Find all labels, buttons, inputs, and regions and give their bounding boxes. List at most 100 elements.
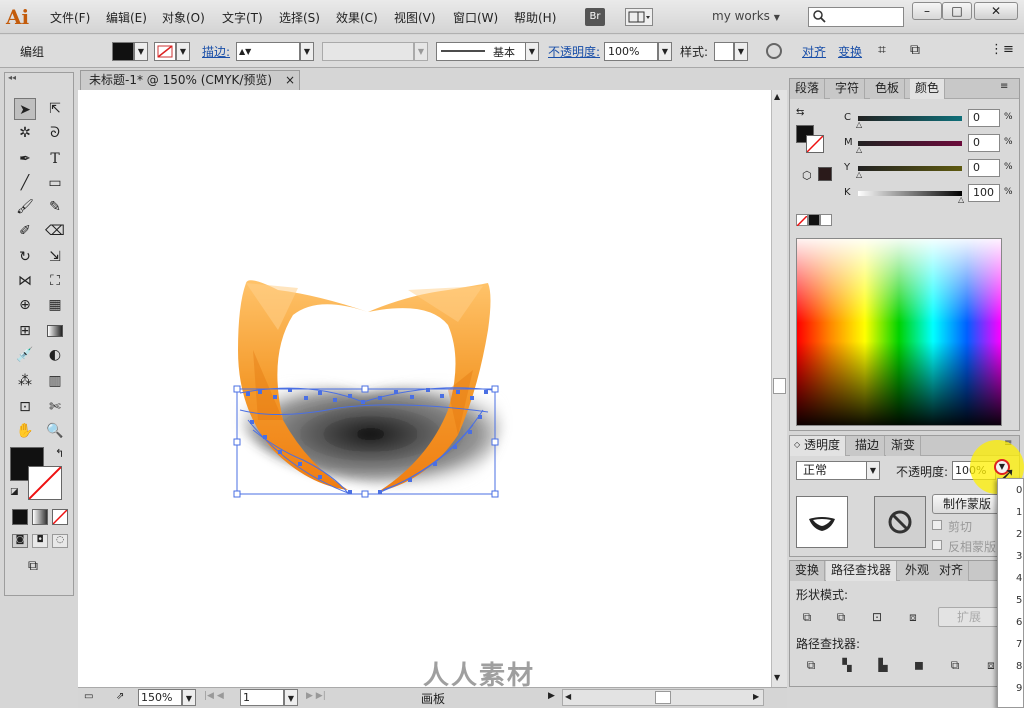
trim-button[interactable]: ▚: [836, 655, 858, 675]
slider-handle-icon[interactable]: △: [958, 195, 964, 204]
slice-tool[interactable]: ✄: [44, 396, 66, 418]
pen-tool[interactable]: ✒: [14, 148, 36, 170]
free-transform-tool[interactable]: ⛶: [44, 270, 66, 292]
draw-behind-button[interactable]: ◘: [32, 534, 48, 548]
popup-item-3[interactable]: 3: [1016, 551, 1022, 562]
close-tab-icon[interactable]: ×: [285, 71, 295, 90]
stroke-weight-field[interactable]: ▲▼: [236, 42, 300, 61]
variable-width-dropdown[interactable]: ▼: [414, 42, 428, 61]
screen-mode-icon[interactable]: ⧉: [28, 558, 38, 574]
scroll-up-icon[interactable]: ▲: [774, 92, 780, 101]
expand-icon[interactable]: ◇: [794, 440, 800, 449]
tab-appearance[interactable]: 外观: [900, 561, 936, 581]
channel-y-slider[interactable]: [858, 166, 962, 171]
align-link[interactable]: 对齐: [802, 43, 826, 60]
popup-item-4[interactable]: 4: [1016, 573, 1022, 584]
fill-swatch[interactable]: [112, 42, 134, 61]
minus-front-button[interactable]: ⧉: [830, 607, 852, 627]
white-swatch[interactable]: [820, 214, 832, 226]
tab-pathfinder[interactable]: 路径查找器: [826, 561, 898, 581]
variable-width-field[interactable]: [322, 42, 414, 61]
search-input[interactable]: [808, 7, 904, 27]
tab-swatches[interactable]: 色板: [870, 79, 906, 99]
paintbrush-tool[interactable]: 🖌: [14, 196, 36, 218]
eraser-tool[interactable]: ⌫: [44, 220, 66, 242]
workspace-switcher[interactable]: my works ▼: [712, 9, 780, 23]
maximize-button[interactable]: □: [942, 2, 972, 20]
perspective-grid-tool[interactable]: ▦: [44, 294, 66, 316]
arrange-icon[interactable]: ⧉: [910, 42, 920, 58]
popup-item-6[interactable]: 6: [1016, 617, 1022, 628]
stroke-color-chip[interactable]: [806, 135, 824, 153]
divide-button[interactable]: ⧉: [800, 655, 822, 675]
scroll-left-icon[interactable]: ◀: [565, 692, 571, 701]
bridge-button[interactable]: Br: [585, 8, 605, 26]
vertical-scrollbar[interactable]: ▲ ▼: [771, 90, 787, 687]
pencil-tool[interactable]: ✎: [44, 196, 66, 218]
outline-button[interactable]: ⧉: [944, 655, 966, 675]
invert-mask-checkbox[interactable]: [932, 540, 942, 550]
channel-c-slider[interactable]: [858, 116, 962, 121]
artboard-number-field[interactable]: 1: [240, 689, 284, 706]
none-swatch[interactable]: [796, 214, 808, 227]
tab-align[interactable]: 对齐: [934, 561, 970, 581]
popup-item-1[interactable]: 1: [1016, 507, 1022, 518]
slider-handle-icon[interactable]: △: [856, 170, 862, 179]
unite-button[interactable]: ⧉: [796, 607, 818, 627]
symbol-sprayer-tool[interactable]: ⁂: [14, 370, 36, 392]
panel-menu-icon[interactable]: ≡: [1000, 81, 1008, 92]
menu-select[interactable]: 选择(S): [279, 9, 320, 26]
channel-c-value[interactable]: 0: [968, 109, 1000, 127]
stroke-color-box[interactable]: [28, 466, 62, 500]
stroke-weight-dropdown[interactable]: ▼: [300, 42, 314, 61]
opacity-link[interactable]: 不透明度:: [548, 43, 600, 60]
artboard-canvas[interactable]: 人人素材: [78, 90, 771, 691]
intersect-button[interactable]: ⊡: [866, 607, 888, 627]
h-scroll-thumb[interactable]: [655, 691, 671, 704]
zoom-tool[interactable]: 🔍: [44, 420, 66, 442]
first-artboard-icon[interactable]: |◀ ◀: [204, 691, 224, 701]
make-mask-button[interactable]: 制作蒙版: [932, 494, 1002, 514]
color-mode-button[interactable]: [12, 509, 28, 525]
popup-item-7[interactable]: 7: [1016, 639, 1022, 650]
opacity-popup-menu[interactable]: 0 1 2 3 4 5 6 7 8 9: [997, 478, 1024, 708]
color-spectrum[interactable]: [796, 238, 1002, 426]
minimize-button[interactable]: –: [912, 2, 942, 20]
expand-button[interactable]: 扩展: [938, 607, 1000, 627]
draw-inside-button[interactable]: ◌: [52, 534, 68, 548]
artboard-dropdown[interactable]: ▼: [284, 689, 298, 706]
swap-colors-icon[interactable]: ↰: [55, 447, 64, 460]
menu-window[interactable]: 窗口(W): [453, 9, 498, 26]
black-swatch[interactable]: [808, 214, 820, 226]
hand-tool[interactable]: ✋: [14, 420, 36, 442]
status-menu-icon[interactable]: ▶: [548, 691, 555, 701]
channel-k-value[interactable]: 100: [968, 184, 1000, 202]
channel-m-value[interactable]: 0: [968, 134, 1000, 152]
opacity-field[interactable]: 100%: [604, 42, 658, 61]
blend-tool[interactable]: ◐: [44, 344, 66, 366]
stroke-link[interactable]: 描边:: [202, 43, 230, 60]
graphic-style-dropdown[interactable]: ▼: [734, 42, 748, 61]
collapse-icon[interactable]: ◂◂: [8, 73, 16, 82]
menu-file[interactable]: 文件(F): [50, 9, 90, 26]
object-thumbnail[interactable]: [796, 496, 848, 548]
popup-item-0[interactable]: 0: [1016, 485, 1022, 496]
menu-object[interactable]: 对象(O): [162, 9, 205, 26]
scroll-right-icon[interactable]: ▶: [753, 692, 759, 701]
blend-mode-dropdown[interactable]: ▼: [866, 461, 880, 480]
stroke-dropdown[interactable]: ▼: [176, 42, 190, 61]
eyedropper-tool[interactable]: 💉: [14, 344, 36, 366]
recolor-icon[interactable]: [766, 43, 782, 59]
export-icon[interactable]: ⇗: [116, 691, 124, 702]
mesh-tool[interactable]: ⊞: [14, 320, 36, 342]
last-artboard-icon[interactable]: ▶ ▶|: [306, 691, 326, 701]
none-mode-button[interactable]: [52, 509, 68, 525]
tab-character[interactable]: 字符: [830, 79, 866, 99]
clip-checkbox[interactable]: [932, 520, 942, 530]
graphic-style-swatch[interactable]: [714, 42, 734, 61]
opacity-dropdown[interactable]: ▼: [658, 42, 672, 61]
popup-item-2[interactable]: 2: [1016, 529, 1022, 540]
scroll-thumb[interactable]: [773, 378, 786, 394]
popup-item-5[interactable]: 5: [1016, 595, 1022, 606]
close-window-button[interactable]: ✕: [974, 2, 1018, 20]
